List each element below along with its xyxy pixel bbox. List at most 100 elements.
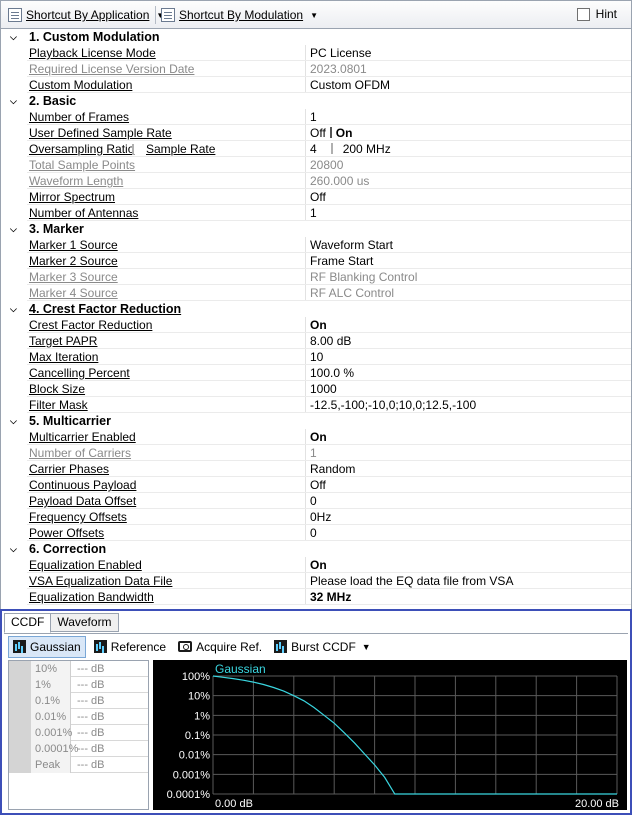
- toolbar-separator: [155, 6, 156, 24]
- property-row[interactable]: Max Iteration 10: [1, 349, 631, 365]
- stats-row: 0.0001% --- dB: [9, 741, 148, 757]
- shortcut-by-application-dropdown[interactable]: Shortcut By Application ▼: [8, 6, 164, 24]
- property-row: Waveform Length 260.000 us: [1, 173, 631, 189]
- chevron-down-icon[interactable]: ▼: [362, 642, 371, 652]
- property-row[interactable]: Number of Frames 1: [1, 109, 631, 125]
- panel-tabs: CCDF Waveform: [4, 613, 119, 633]
- y-tick-label: 0.1%: [185, 730, 210, 742]
- stats-row: 10% --- dB: [9, 661, 148, 677]
- property-row[interactable]: Playback License Mode PC License: [1, 45, 631, 61]
- property-row[interactable]: Multicarrier Enabled On: [1, 429, 631, 445]
- stats-row: 0.001% --- dB: [9, 725, 148, 741]
- hint-checkbox[interactable]: [576, 7, 590, 21]
- ccdf-stats-table: 10% --- dB 1% --- dB 0.1% --- dB 0.01% --- dB 0.…: [8, 660, 149, 810]
- ccdf-chart: 100% 10% 1% 0.1% 0.01% 0.001% 0.0001% 0.00 dB 20…: [153, 660, 627, 810]
- stats-value: --- dB: [77, 711, 105, 723]
- category-crest-factor-reduction[interactable]: ⌵ 4. Crest Factor Reduction: [1, 301, 631, 317]
- category-custom-modulation[interactable]: ⌵ 1. Custom Modulation: [1, 29, 631, 45]
- stats-value: --- dB: [77, 663, 105, 675]
- category-correction[interactable]: ⌵ 6. Correction: [1, 541, 631, 557]
- y-tick-label: 0.001%: [173, 769, 211, 781]
- ccdf-plot: 100% 10% 1% 0.1% 0.01% 0.001% 0.0001% 0.00 dB 20…: [167, 662, 619, 810]
- burst-ccdf-button[interactable]: Burst CCDF ▼: [270, 636, 375, 658]
- property-row[interactable]: VSA Equalization Data File Please load t…: [1, 573, 631, 589]
- category-multicarrier[interactable]: ⌵ 5. Multicarrier: [1, 413, 631, 429]
- category-marker[interactable]: ⌵ 3. Marker: [1, 221, 631, 237]
- camera-icon: [178, 641, 193, 652]
- stats-value: --- dB: [77, 679, 105, 691]
- gaussian-button[interactable]: Gaussian: [8, 635, 86, 658]
- property-row[interactable]: Cancelling Percent 100.0 %: [1, 365, 631, 381]
- x-tick-label: 20.00 dB: [575, 798, 619, 810]
- property-row[interactable]: Number of Antennas 1: [1, 205, 631, 221]
- property-row[interactable]: Mirror Spectrum Off: [1, 189, 631, 205]
- property-row[interactable]: Payload Data Offset 0: [1, 493, 631, 509]
- y-tick-label: 0.0001%: [167, 789, 211, 801]
- stats-key: 0.001%: [9, 725, 72, 741]
- stats-value: --- dB: [77, 695, 105, 707]
- stats-row: 0.01% --- dB: [9, 709, 148, 725]
- collapse-chevron-icon[interactable]: ⌵: [10, 541, 20, 557]
- property-row: Required License Version Date 2023.0801: [1, 61, 631, 77]
- stats-key: 0.1%: [9, 693, 71, 709]
- property-row[interactable]: Custom Modulation Custom OFDM: [1, 77, 631, 93]
- property-row: Marker 3 Source RF Blanking Control: [1, 269, 631, 285]
- stats-row: 0.1% --- dB: [9, 693, 148, 709]
- chevron-down-icon: ▼: [310, 10, 318, 20]
- stats-value: --- dB: [77, 759, 105, 771]
- property-row[interactable]: Marker 2 Source Frame Start: [1, 253, 631, 269]
- property-row[interactable]: Equalization Bandwidth 32 MHz: [1, 589, 631, 605]
- collapse-chevron-icon[interactable]: ⌵: [10, 301, 20, 317]
- property-row[interactable]: Block Size 1000: [1, 381, 631, 397]
- property-row[interactable]: Carrier Phases Random: [1, 461, 631, 477]
- stats-value: --- dB: [77, 727, 105, 739]
- main-toolbar: Shortcut By Application ▼ Shortcut By Mo…: [0, 0, 632, 29]
- stats-row: 1% --- dB: [9, 677, 148, 693]
- acquire-ref-button[interactable]: Acquire Ref.: [174, 636, 266, 658]
- property-row[interactable]: Frequency Offsets 0Hz: [1, 509, 631, 525]
- property-row[interactable]: Filter Mask -12.5,-100;-10,0;10,0;12.5,-…: [1, 397, 631, 413]
- chart-icon: [93, 640, 107, 653]
- sample-rate-toggle[interactable]: Off On: [310, 125, 352, 141]
- property-row[interactable]: Equalization Enabled On: [1, 557, 631, 573]
- legend-label: Gaussian: [215, 662, 266, 676]
- property-row[interactable]: Target PAPR 8.00 dB: [1, 333, 631, 349]
- collapse-chevron-icon[interactable]: ⌵: [10, 93, 20, 109]
- collapse-chevron-icon[interactable]: ⌵: [10, 29, 20, 45]
- property-row[interactable]: Power Offsets 0: [1, 525, 631, 541]
- tab-waveform[interactable]: Waveform: [50, 613, 119, 632]
- tab-ccdf[interactable]: CCDF: [4, 613, 52, 633]
- property-row: Total Sample Points 20800: [1, 157, 631, 173]
- chart-icon: [274, 640, 288, 653]
- y-tick-label: 10%: [188, 691, 210, 703]
- stats-key: 0.0001%: [9, 741, 78, 757]
- property-row[interactable]: User Defined Sample Rate Off On: [1, 125, 631, 141]
- stats-value: --- dB: [77, 743, 105, 755]
- collapse-chevron-icon[interactable]: ⌵: [10, 221, 20, 237]
- ccdf-toolbar: Gaussian Reference Acquire Ref. Burst CC…: [4, 633, 628, 659]
- property-row[interactable]: Crest Factor Reduction On: [1, 317, 631, 333]
- ccdf-panel: CCDF Waveform Gaussian Reference Acquire…: [0, 609, 632, 815]
- reference-button[interactable]: Reference: [90, 636, 170, 658]
- stats-key: 10%: [9, 661, 71, 677]
- stats-key: 0.01%: [9, 709, 71, 725]
- y-tick-label: 0.01%: [179, 750, 210, 762]
- property-row[interactable]: Marker 1 Source Waveform Start: [1, 237, 631, 253]
- category-basic[interactable]: ⌵ 2. Basic: [1, 93, 631, 109]
- property-grid: ⌵ 1. Custom Modulation Playback License …: [0, 29, 632, 609]
- property-row[interactable]: Oversampling Ratio Sample Rate 4 200 MHz: [1, 141, 631, 157]
- property-row: Number of Carriers 1: [1, 445, 631, 461]
- chart-icon: [13, 640, 26, 653]
- shortcut-by-modulation-dropdown[interactable]: Shortcut By Modulation ▼: [161, 6, 318, 24]
- y-tick-label: 100%: [182, 671, 210, 683]
- property-row[interactable]: Continuous Payload Off: [1, 477, 631, 493]
- y-tick-label: 1%: [194, 710, 210, 722]
- hint-toggle[interactable]: Hint: [576, 7, 617, 21]
- property-row: Marker 4 Source RF ALC Control: [1, 285, 631, 301]
- stats-key: 1%: [9, 677, 71, 693]
- list-icon: [8, 8, 22, 22]
- stats-key: Peak: [9, 757, 71, 773]
- stats-row: Peak --- dB: [9, 757, 148, 773]
- collapse-chevron-icon[interactable]: ⌵: [10, 413, 20, 429]
- list-icon: [161, 8, 175, 22]
